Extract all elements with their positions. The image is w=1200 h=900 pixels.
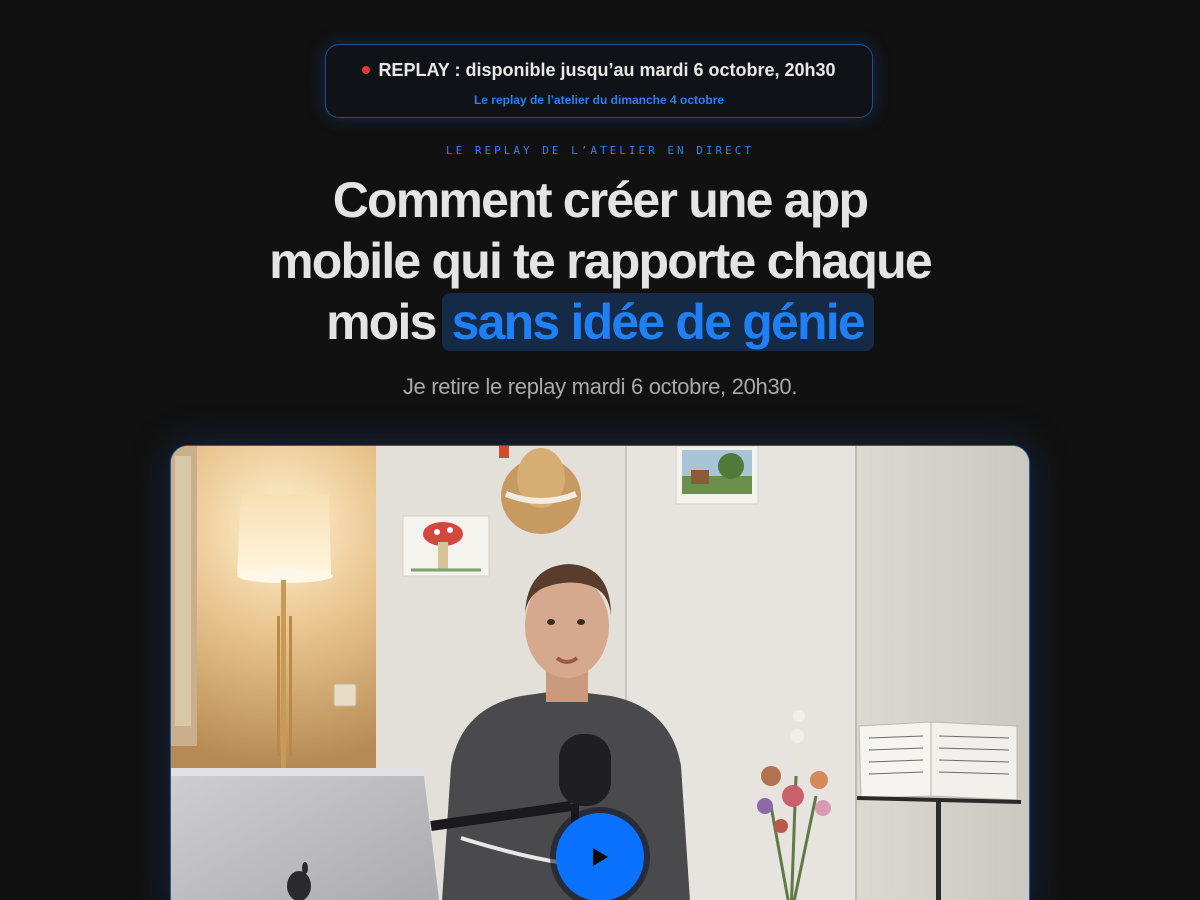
title-line-3-prefix: mois — [326, 294, 437, 350]
banner-title-row: REPLAY : disponible jusqu’au mardi 6 oct… — [326, 60, 872, 81]
wall-right — [856, 446, 1029, 900]
replay-banner: REPLAY : disponible jusqu’au mardi 6 oct… — [325, 44, 873, 118]
play-icon — [593, 848, 608, 866]
title-line-2: mobile qui te rapporte chaque — [269, 233, 933, 289]
eyebrow-label: LE REPLAY DE L’ATELIER EN DIRECT — [446, 144, 754, 157]
page-title: Comment créer une app mobile qui te rapp… — [150, 170, 1050, 353]
live-dot-icon — [362, 66, 371, 74]
landscape-painting-icon — [675, 446, 759, 505]
window-glass — [175, 456, 191, 726]
page-subtitle: Je retire le replay mardi 6 octobre, 20h… — [402, 374, 798, 399]
banner-subtitle: Le replay de l’atelier du dimanche 4 oct… — [473, 93, 725, 107]
laptop-icon — [171, 768, 440, 900]
title-highlight: sans idée de génie — [441, 293, 874, 351]
play-button[interactable] — [556, 813, 644, 900]
replay-page: REPLAY : disponible jusqu’au mardi 6 oct… — [0, 0, 1200, 900]
title-line-3: mois sans idée de génie — [150, 292, 1050, 353]
video-player[interactable] — [170, 445, 1030, 900]
mushroom-drawing-icon — [402, 515, 490, 577]
banner-title: REPLAY : disponible jusqu’au mardi 6 oct… — [378, 60, 836, 80]
title-line-1: Comment créer une app — [332, 172, 869, 228]
light-switch-icon — [333, 683, 357, 707]
